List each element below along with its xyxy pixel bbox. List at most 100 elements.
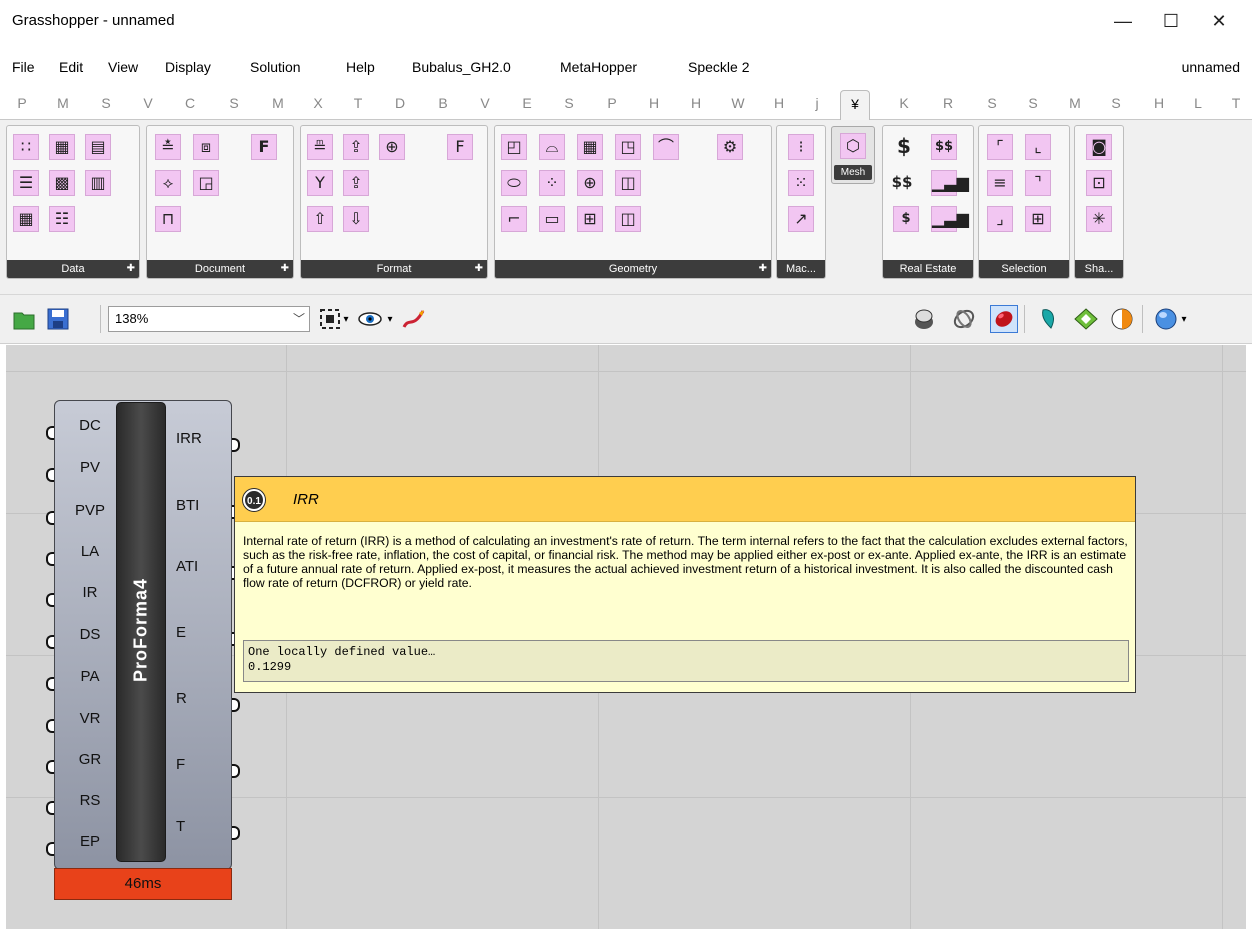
ribbon-tab[interactable]: P — [11, 95, 33, 111]
bracket-icon[interactable]: ⊓ — [155, 206, 181, 232]
ribbon-tab[interactable]: D — [389, 95, 411, 111]
font-icon[interactable]: F — [251, 134, 277, 160]
minimize-button[interactable]: — — [1100, 4, 1146, 38]
ribbon-tab[interactable]: S — [1105, 95, 1127, 111]
input-grip[interactable] — [46, 468, 54, 482]
merge-icon[interactable]: Y — [307, 170, 333, 196]
mac-dots-icon[interactable]: ⁝ — [788, 134, 814, 160]
ribbon-tab[interactable]: C — [179, 95, 201, 111]
eraser-icon[interactable]: ⬭ — [501, 170, 527, 196]
ribbon-tab[interactable]: B — [432, 95, 454, 111]
scatter-icon[interactable]: ⟡ — [155, 170, 181, 196]
group-expand-icon[interactable]: ✚ — [475, 260, 483, 278]
data-block-icon[interactable]: ▩ — [49, 170, 75, 196]
input-grip[interactable] — [46, 719, 54, 733]
menu-help[interactable]: Help — [346, 59, 375, 75]
data-table-icon[interactable]: ▤ — [85, 134, 111, 160]
input-grip[interactable] — [46, 426, 54, 440]
bars-icon[interactable]: ≞ — [307, 134, 333, 160]
pull-icon[interactable]: ⇩ — [343, 206, 369, 232]
ribbon-tab[interactable]: P — [601, 95, 623, 111]
upload-icon[interactable]: ⇪ — [343, 134, 369, 160]
box-icon[interactable]: ◳ — [615, 134, 641, 160]
zoom-select[interactable]: 138% ﹀ — [108, 306, 310, 332]
arch-icon[interactable]: ⌓ — [539, 134, 565, 160]
group-expand-icon[interactable]: ✚ — [281, 260, 289, 278]
preview-shaded-icon[interactable] — [910, 305, 938, 333]
close-button[interactable]: ✕ — [1196, 4, 1242, 38]
ribbon-tab[interactable]: H — [643, 95, 665, 111]
menu-speckle[interactable]: Speckle 2 — [688, 59, 749, 75]
ribbon-tab[interactable]: V — [474, 95, 496, 111]
mac-grid-icon[interactable]: ⁙ — [788, 170, 814, 196]
ribbon-tab[interactable]: E — [516, 95, 538, 111]
input-grip[interactable] — [46, 511, 54, 525]
step-icon[interactable]: ⌐ — [501, 206, 527, 232]
ribbon-tab[interactable]: S — [95, 95, 117, 111]
ribbon-tab[interactable]: W — [727, 95, 749, 111]
frame-icon[interactable]: ⧈ — [193, 134, 219, 160]
input-grip[interactable] — [46, 552, 54, 566]
ribbon-tab[interactable]: T — [1225, 95, 1247, 111]
frame-shape-icon[interactable]: ⊡ — [1086, 170, 1112, 196]
align-icon[interactable]: ≛ — [155, 134, 181, 160]
window-grid-icon[interactable]: ▦ — [577, 134, 603, 160]
starburst-icon[interactable]: ✳ — [1086, 206, 1112, 232]
input-grip[interactable] — [46, 842, 54, 856]
push-icon[interactable]: ⇧ — [307, 206, 333, 232]
menu-edit[interactable]: Edit — [59, 59, 83, 75]
preview-wire-icon[interactable] — [950, 305, 978, 333]
input-grip[interactable] — [46, 593, 54, 607]
data-dots-icon[interactable]: ▥ — [85, 170, 111, 196]
data-grid-icon[interactable]: ▦ — [49, 134, 75, 160]
input-grip[interactable] — [46, 677, 54, 691]
select-corner-icon[interactable]: ⌜ — [987, 134, 1013, 160]
corner-icon[interactable]: ◲ — [193, 170, 219, 196]
ribbon-tab[interactable]: S — [223, 95, 245, 111]
quad-icon[interactable]: ⊞ — [577, 206, 603, 232]
signal-chart-icon[interactable]: ▁▃▆ — [931, 206, 969, 232]
corner-shape-icon[interactable]: ◰ — [501, 134, 527, 160]
menu-display[interactable]: Display — [165, 59, 211, 75]
split-icon[interactable]: ◫ — [615, 170, 641, 196]
ribbon-tab[interactable]: R — [937, 95, 959, 111]
input-grip[interactable] — [46, 801, 54, 815]
sketch-icon[interactable] — [400, 305, 428, 333]
data-list-icon[interactable]: ☰ — [13, 170, 39, 196]
group-expand-icon[interactable]: ✚ — [759, 260, 767, 278]
export-icon[interactable]: ⇪ — [343, 170, 369, 196]
menu-metahopper[interactable]: MetaHopper — [560, 59, 637, 75]
ribbon-tab[interactable]: M — [267, 95, 289, 111]
eye-icon[interactable] — [356, 305, 384, 333]
ribbon-tab[interactable]: H — [768, 95, 790, 111]
double-dollar-icon[interactable]: $$ — [931, 134, 957, 160]
sphere-icon[interactable]: ⊕ — [577, 170, 603, 196]
menu-solution[interactable]: Solution — [250, 59, 301, 75]
ribbon-tab[interactable]: H — [685, 95, 707, 111]
select-bracket-icon[interactable]: ⌞ — [1025, 134, 1051, 160]
save-file-icon[interactable] — [44, 305, 72, 333]
sphere-display-icon[interactable] — [1152, 305, 1180, 333]
gear-icon[interactable]: ⚙ — [717, 134, 743, 160]
mac-launch-icon[interactable]: ↗ — [788, 206, 814, 232]
dome-icon[interactable]: ⌒ — [653, 134, 679, 160]
ribbon-tab[interactable]: S — [981, 95, 1003, 111]
data-rows-icon[interactable]: ▦ — [13, 206, 39, 232]
preview-mesh-icon[interactable] — [1072, 305, 1100, 333]
data-lines-icon[interactable]: ☷ — [49, 206, 75, 232]
maximize-button[interactable]: ☐ — [1148, 4, 1194, 38]
ribbon-tab[interactable]: ¥ — [840, 90, 870, 120]
zoom-dropdown-icon[interactable]: ▾ — [340, 305, 352, 333]
menu-file[interactable]: File — [12, 59, 35, 75]
ribbon-tab[interactable]: M — [52, 95, 74, 111]
eye-dropdown-icon[interactable]: ▾ — [384, 305, 396, 333]
select-grid-icon[interactable]: ⊞ — [1025, 206, 1051, 232]
data-icon[interactable]: ∷ — [13, 134, 39, 160]
chevron-down-icon[interactable]: ﹀ — [293, 310, 305, 327]
input-grip[interactable] — [46, 635, 54, 649]
ribbon-tab[interactable]: T — [347, 95, 369, 111]
display-dropdown-icon[interactable]: ▾ — [1178, 305, 1190, 333]
ribbon-tab[interactable]: S — [1022, 95, 1044, 111]
ribbon-tab[interactable]: H — [1148, 95, 1170, 111]
dollar-stack-icon[interactable]: $ — [893, 206, 919, 232]
